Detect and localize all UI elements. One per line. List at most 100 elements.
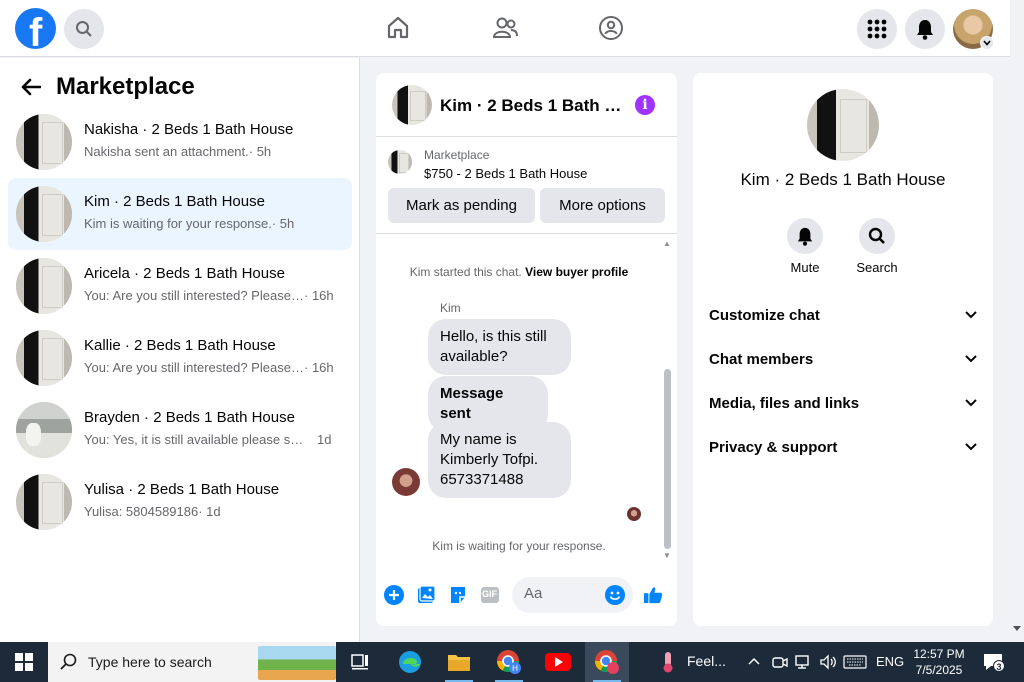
plus-circle-icon — [384, 585, 404, 605]
chat-avatar[interactable] — [392, 85, 432, 125]
chrome-app-profile-h[interactable]: H — [487, 642, 531, 682]
account-chevron-icon[interactable] — [980, 36, 994, 50]
input-language[interactable]: ENG — [876, 654, 904, 669]
chevron-down-icon — [965, 399, 977, 407]
customize-chat-section[interactable]: Customize chat — [709, 293, 977, 337]
more-options-button[interactable]: More options — [540, 188, 665, 223]
sticker-icon — [451, 587, 465, 603]
chat-title[interactable]: Kim · 2 Beds 1 Bath House — [440, 96, 626, 116]
search-button[interactable] — [64, 9, 104, 49]
message-bubble[interactable]: My name is Kimberly Tofpi. 6573371488 — [428, 422, 571, 498]
view-buyer-profile-link[interactable]: View buyer profile — [525, 265, 628, 279]
groups-icon — [599, 16, 623, 40]
show-hidden-icons-chevron-icon[interactable] — [748, 657, 760, 665]
groups-nav-button[interactable] — [596, 12, 626, 44]
sticker-button[interactable] — [448, 585, 468, 605]
conversation-avatar[interactable] — [807, 89, 879, 161]
conversation-item-active[interactable]: Kim · 2 Beds 1 Bath House Kim is waiting… — [8, 178, 352, 250]
sender-avatar[interactable] — [392, 468, 420, 496]
listing-thumbnail[interactable] — [388, 150, 412, 174]
more-actions-button[interactable] — [384, 585, 404, 605]
listing-thumbnail — [16, 258, 72, 314]
edge-app[interactable] — [388, 642, 432, 682]
notifications-button[interactable] — [905, 9, 945, 49]
mark-as-pending-button[interactable]: Mark as pending — [388, 188, 535, 223]
search-highlight-illustration — [258, 646, 336, 680]
chat-scrollbar-thumb[interactable] — [664, 369, 671, 549]
conversation-item[interactable]: Aricela · 2 Beds 1 Bath House You: Are y… — [8, 250, 352, 322]
meet-now-icon[interactable] — [772, 654, 788, 670]
scroll-up-arrow-icon[interactable]: ▲ — [662, 239, 672, 249]
gif-button[interactable]: GIF — [480, 585, 500, 605]
facebook-logo[interactable]: f — [15, 8, 56, 49]
info-icon[interactable]: i — [635, 95, 655, 115]
sender-name: Kim — [440, 301, 461, 315]
conversation-item[interactable]: Nakisha · 2 Beds 1 Bath House Nakisha se… — [8, 106, 352, 178]
attach-photo-button[interactable] — [416, 585, 436, 605]
bell-icon — [917, 20, 933, 40]
search-label: Search — [856, 260, 898, 275]
chrome-profile-icon — [595, 650, 619, 674]
like-button[interactable] — [643, 585, 663, 605]
mute-label: Mute — [790, 260, 820, 275]
youtube-app[interactable] — [536, 642, 580, 682]
thermometer-icon — [663, 652, 673, 673]
conversation-item[interactable]: Kallie · 2 Beds 1 Bath House You: Are yo… — [8, 322, 352, 394]
conversation-list: Nakisha · 2 Beds 1 Bath House Nakisha se… — [8, 106, 352, 538]
network-icon[interactable] — [795, 654, 813, 670]
listing-thumbnail — [16, 474, 72, 530]
conversation-title: Kim · 2 Beds 1 Bath House — [84, 193, 265, 210]
privacy-support-section[interactable]: Privacy & support — [709, 425, 977, 469]
chevron-down-icon — [965, 311, 977, 319]
conversation-item[interactable]: Brayden · 2 Beds 1 Bath House You: Yes, … — [8, 394, 352, 466]
back-button[interactable] — [16, 72, 46, 102]
search-icon — [60, 653, 77, 670]
conversation-title: Nakisha · 2 Beds 1 Bath House — [84, 121, 294, 138]
home-nav-button[interactable] — [383, 12, 413, 44]
file-explorer-app[interactable] — [437, 642, 481, 682]
conversation-preview: You: Yes, it is still available please s… — [84, 432, 332, 447]
back-arrow-icon — [21, 78, 41, 96]
section-title: Privacy & support — [709, 438, 838, 456]
keyboard-icon[interactable] — [843, 655, 867, 669]
conversation-item[interactable]: Yulisa · 2 Beds 1 Bath House Yulisa: 580… — [8, 466, 352, 538]
conversation-title: Aricela · 2 Beds 1 Bath House — [84, 265, 285, 282]
taskbar-clock[interactable]: 12:57 PM 7/5/2025 — [905, 646, 973, 678]
conversation-preview: Nakisha sent an attachment. · 5h — [84, 144, 272, 159]
conversation-preview: You: Are you still interested? Please s.… — [84, 288, 334, 303]
chevron-down-icon — [965, 443, 977, 451]
message-thread: Kim started this chat. View buyer profil… — [376, 235, 677, 565]
scroll-down-arrow-icon[interactable] — [1013, 626, 1021, 632]
start-button[interactable] — [0, 642, 48, 682]
notification-center-button[interactable]: 3 — [982, 652, 1006, 672]
search-icon — [76, 21, 92, 37]
conversation-title: Yulisa · 2 Beds 1 Bath House — [84, 481, 280, 498]
bell-icon — [797, 227, 813, 246]
seen-receipt-avatar — [627, 507, 641, 521]
windows-logo-icon — [15, 653, 33, 671]
listing-summary: Marketplace $750 - 2 Beds 1 Bath House M… — [376, 138, 677, 234]
volume-icon[interactable] — [819, 654, 837, 670]
message-bubble[interactable]: Hello, is this still available? — [428, 319, 571, 375]
page-scrollbar[interactable] — [1010, 0, 1024, 642]
scroll-down-arrow-icon[interactable]: ▼ — [662, 551, 672, 561]
weather-widget[interactable]: Feel... — [687, 653, 726, 669]
emoji-button[interactable] — [605, 585, 625, 605]
chat-members-section[interactable]: Chat members — [709, 337, 977, 381]
waiting-notice: Kim is waiting for your response. — [432, 539, 606, 553]
listing-thumbnail — [16, 402, 72, 458]
mute-button[interactable]: Mute — [775, 218, 835, 275]
message-composer: GIF Aa — [376, 571, 677, 626]
chrome-profile-h-icon: H — [497, 650, 521, 674]
chat-started-notice: Kim started this chat. View buyer profil… — [409, 265, 629, 279]
conversation-preview: Kim is waiting for your response. · 5h — [84, 216, 295, 231]
listing-price[interactable]: $750 - 2 Beds 1 Bath House — [424, 166, 587, 181]
chrome-app-active[interactable] — [585, 642, 629, 682]
menu-button[interactable] — [857, 9, 897, 49]
taskbar-search[interactable]: Type here to search — [48, 642, 336, 682]
task-view-button[interactable] — [338, 642, 382, 682]
edge-icon — [399, 651, 421, 673]
media-files-links-section[interactable]: Media, files and links — [709, 381, 977, 425]
search-in-conversation-button[interactable]: Search — [847, 218, 907, 275]
friends-nav-button[interactable] — [490, 12, 520, 44]
